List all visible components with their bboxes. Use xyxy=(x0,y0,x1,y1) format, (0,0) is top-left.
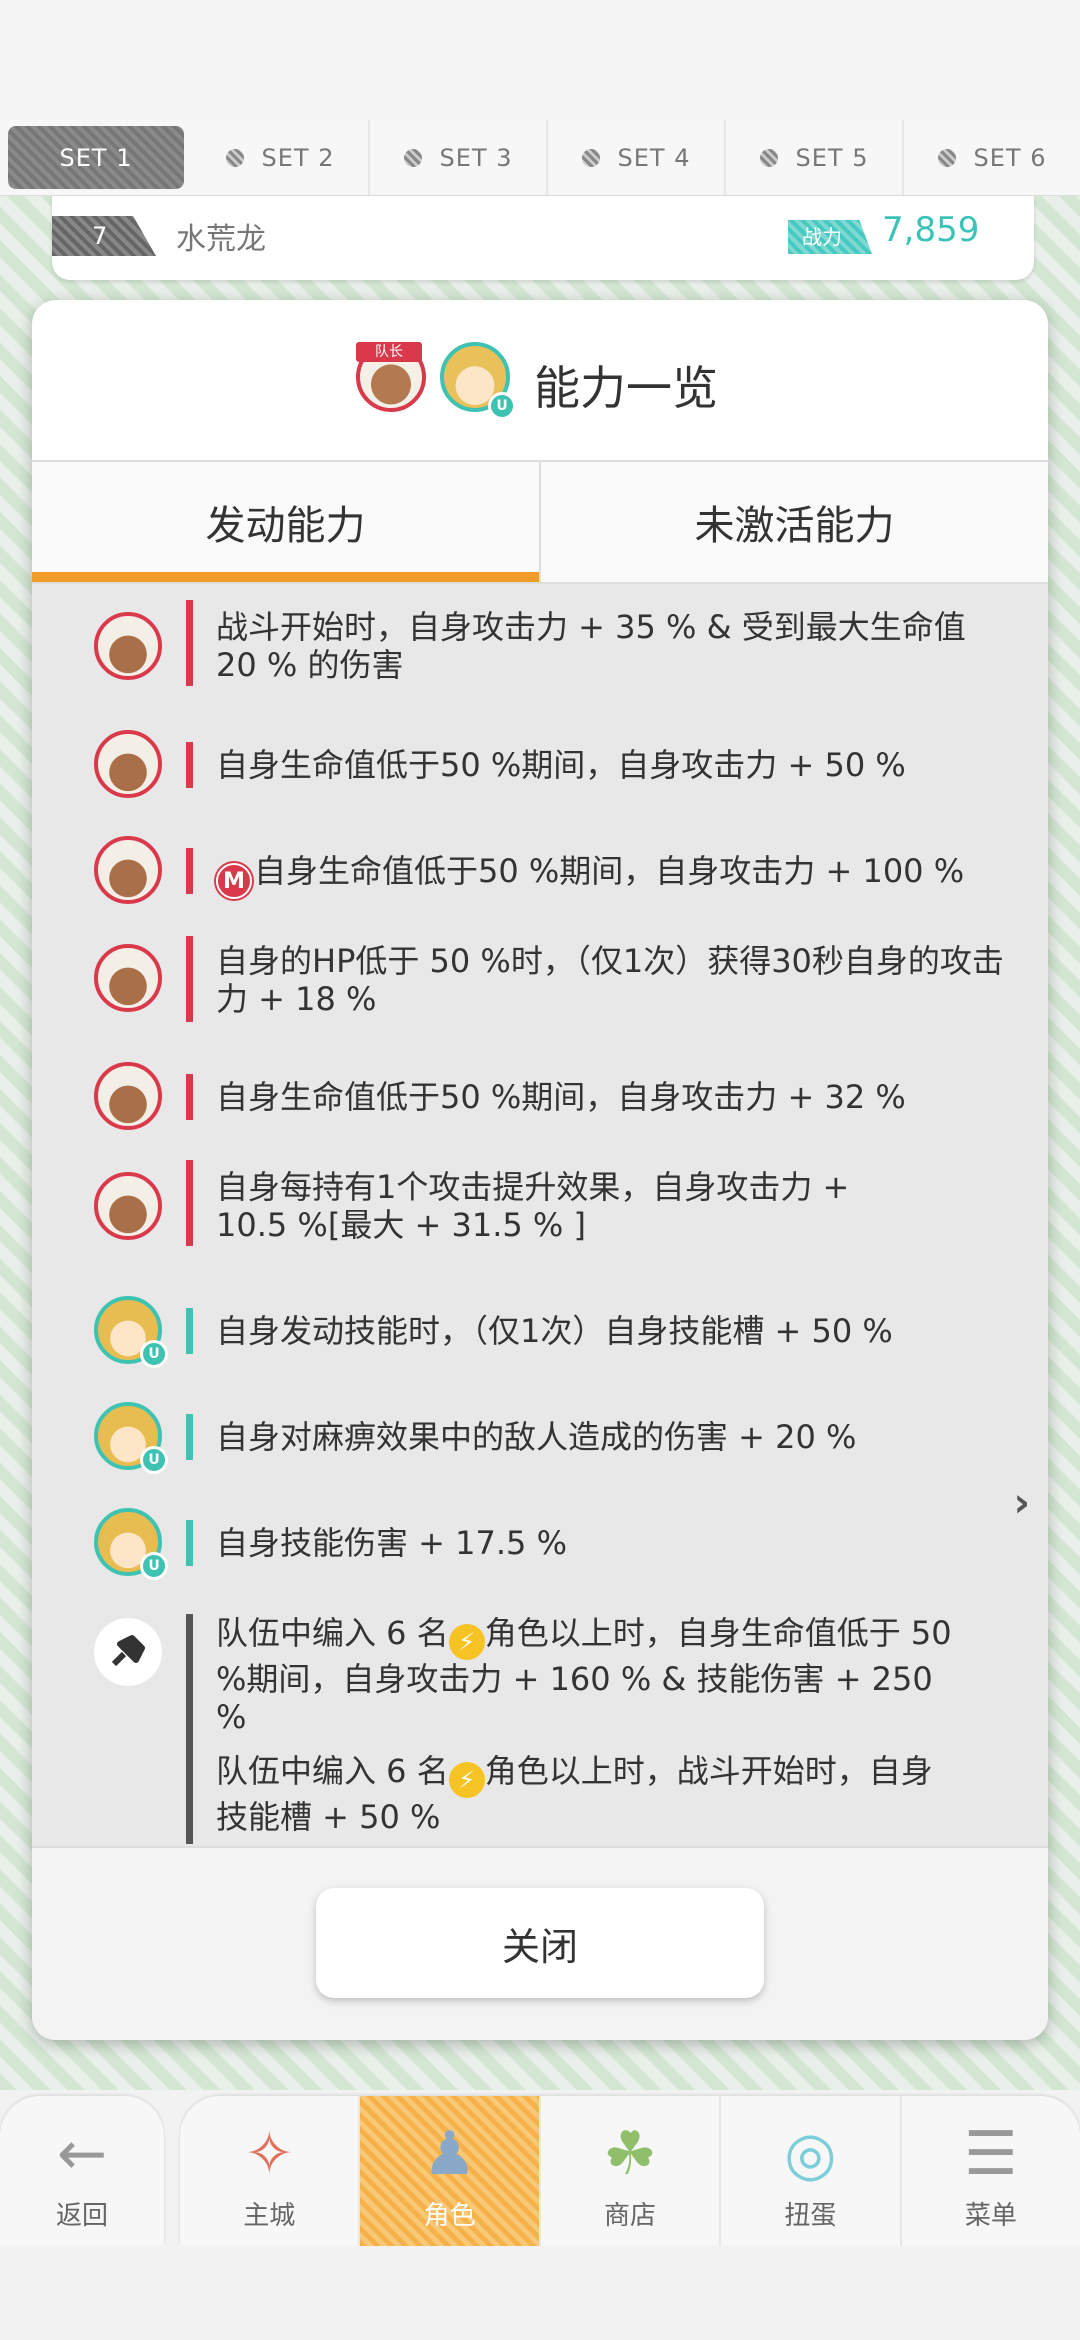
set-tab-1[interactable]: SET 1 xyxy=(8,126,184,189)
set-tab-5[interactable]: SET 5 xyxy=(726,120,904,195)
modal-title: 能力一览 xyxy=(534,361,718,415)
team-name: 水荒龙 xyxy=(176,222,266,257)
set-dot-icon xyxy=(759,148,778,167)
modal-header: 队长 U 能力一览 xyxy=(32,300,1048,462)
unison-badge-icon: U xyxy=(488,392,516,420)
ability-text: 队伍中编入 6 名 ⚡ 角色以上时，自身生命值低于 50 %期间，自身攻击力 + 1… xyxy=(216,1614,956,1836)
nav-group: ✧ 主城 ♟ 角色 ☘ 商店 ◎ 扭蛋 ☰ 菜单 xyxy=(180,2096,1080,2246)
nav-label: 角色 xyxy=(423,2201,476,2231)
pin-icon xyxy=(95,1619,161,1685)
back-arrow-icon: ← xyxy=(56,2119,108,2189)
nav-label: 返回 xyxy=(55,2201,108,2231)
unison-badge-icon: U xyxy=(140,1552,168,1580)
ability-text: 自身每持有1个攻击提升效果，自身攻击力 + 10.5 %[最大 + 31.5 %… xyxy=(216,1168,850,1244)
set-dot-icon xyxy=(225,148,244,167)
set-tab-4[interactable]: SET 4 xyxy=(548,120,726,195)
nav-item-character[interactable]: ♟ 角色 xyxy=(360,2096,541,2246)
set-tab-label: SET 1 xyxy=(59,143,133,172)
home-icon: ✧ xyxy=(244,2119,295,2189)
unison-badge-icon: U xyxy=(140,1446,168,1474)
chevron-right-icon[interactable]: › xyxy=(1014,1480,1030,1526)
set-tab-label: SET 4 xyxy=(617,143,691,172)
nav-label: 商店 xyxy=(604,2201,657,2231)
leader-avatar xyxy=(94,836,162,904)
tab-inactive-abilities[interactable]: 未激活能力 xyxy=(539,462,1048,582)
m-badge-icon: M xyxy=(216,863,252,899)
ability-bar xyxy=(186,600,193,686)
ability-modal: 队长 U 能力一览 发动能力 未激活能力 战斗开始时，自身攻击力 + 35 % … xyxy=(32,300,1048,2040)
ability-list[interactable]: 战斗开始时，自身攻击力 + 35 % & 受到最大生命值 20 % 的伤害 自身… xyxy=(32,584,1048,2040)
set-dot-icon xyxy=(937,148,956,167)
ability-text: 自身的HP低于 50 %时，（仅1次）获得30秒自身的攻击力 + 18 % xyxy=(216,942,1004,1018)
ability-bar xyxy=(186,1160,193,1246)
character-icon: ♟ xyxy=(422,2119,477,2189)
nav-label: 扭蛋 xyxy=(784,2201,837,2231)
set-dot-icon xyxy=(581,148,600,167)
leader-tag: 队长 xyxy=(356,342,422,362)
lightning-icon: ⚡ xyxy=(448,1624,485,1660)
leader-avatar xyxy=(94,612,162,680)
close-button[interactable]: 关闭 xyxy=(316,1888,764,1998)
ability-text: 自身技能伤害 + 17.5 % xyxy=(216,1524,567,1562)
ability-text-content: 队伍中编入 6 名 xyxy=(216,1614,449,1652)
nav-label: 主城 xyxy=(243,2201,296,2231)
nav-item-menu[interactable]: ☰ 菜单 xyxy=(902,2096,1080,2246)
status-area xyxy=(0,0,1080,120)
ability-text-content: 队伍中编入 6 名 xyxy=(216,1752,449,1790)
item-avatar xyxy=(94,1618,162,1686)
nav-item-gacha[interactable]: ◎ 扭蛋 xyxy=(721,2096,902,2246)
menu-icon: ☰ xyxy=(963,2119,1018,2189)
unison-badge-icon: U xyxy=(140,1340,168,1368)
ability-text: 自身发动技能时，（仅1次）自身技能槽 + 50 % xyxy=(216,1312,893,1350)
set-tab-label: SET 2 xyxy=(261,143,335,172)
ability-segment: 队伍中编入 6 名 ⚡ 角色以上时，战斗开始时，自身技能槽 + 50 % xyxy=(216,1752,956,1836)
modal-tabs: 发动能力 未激活能力 xyxy=(32,462,1048,584)
set-tab-2[interactable]: SET 2 xyxy=(192,120,370,195)
set-tab-label: SET 6 xyxy=(973,143,1047,172)
team-number: 7 xyxy=(52,216,156,256)
system-bottom-bar xyxy=(0,2246,1080,2340)
nav-label: 菜单 xyxy=(964,2201,1017,2231)
nav-item-home[interactable]: ✧ 主城 xyxy=(180,2096,361,2246)
leader-avatar xyxy=(94,1062,162,1130)
gacha-icon: ◎ xyxy=(784,2119,837,2189)
power-value: 7,859 xyxy=(882,210,980,250)
tab-active-abilities[interactable]: 发动能力 xyxy=(32,462,539,582)
ability-text: 自身对麻痹效果中的敌人造成的伤害 + 20 % xyxy=(216,1418,857,1456)
modal-footer: 关闭 xyxy=(32,1846,1048,2040)
ability-text: M 自身生命值低于50 %期间，自身攻击力 + 100 % xyxy=(216,852,1016,899)
ability-bar xyxy=(186,1614,193,1844)
ability-text: 自身生命值低于50 %期间，自身攻击力 + 32 % xyxy=(216,1078,906,1116)
set-tab-label: SET 3 xyxy=(439,143,513,172)
nav-item-shop[interactable]: ☘ 商店 xyxy=(541,2096,722,2246)
ability-segment: 队伍中编入 6 名 ⚡ 角色以上时，自身生命值低于 50 %期间，自身攻击力 + 1… xyxy=(216,1614,956,1736)
ability-bar xyxy=(186,1308,193,1354)
ability-bar xyxy=(186,1520,193,1566)
shop-icon: ☘ xyxy=(603,2119,657,2189)
ability-bar xyxy=(186,1414,193,1460)
ability-bar xyxy=(186,1074,193,1120)
set-dot-icon xyxy=(403,148,422,167)
lightning-icon: ⚡ xyxy=(448,1762,485,1798)
ability-bar xyxy=(186,848,193,894)
leader-avatar xyxy=(94,944,162,1012)
ability-text: 自身生命值低于50 %期间，自身攻击力 + 50 % xyxy=(216,746,906,784)
team-strip[interactable]: 7 水荒龙 战力 7,859 xyxy=(52,196,1034,280)
set-tabs: SET 1 SET 2 SET 3 SET 4 SET 5 SET 6 xyxy=(0,120,1080,196)
ability-bar xyxy=(186,936,193,1022)
ability-text: 战斗开始时，自身攻击力 + 35 % & 受到最大生命值 20 % 的伤害 xyxy=(216,608,966,684)
leader-avatar xyxy=(94,1172,162,1240)
set-tab-6[interactable]: SET 6 xyxy=(904,120,1080,195)
set-tab-3[interactable]: SET 3 xyxy=(370,120,548,195)
bottom-nav: ← 返回 ✧ 主城 ♟ 角色 ☘ 商店 ◎ 扭蛋 ☰ 菜单 xyxy=(0,2096,1080,2246)
nav-back-button[interactable]: ← 返回 xyxy=(0,2096,164,2246)
power-badge: 战力 xyxy=(788,220,872,254)
leader-avatar xyxy=(94,730,162,798)
ability-bar xyxy=(186,742,193,788)
set-tab-label: SET 5 xyxy=(795,143,869,172)
ability-text-content: 自身生命值低于50 %期间，自身攻击力 + 100 % xyxy=(254,852,965,890)
